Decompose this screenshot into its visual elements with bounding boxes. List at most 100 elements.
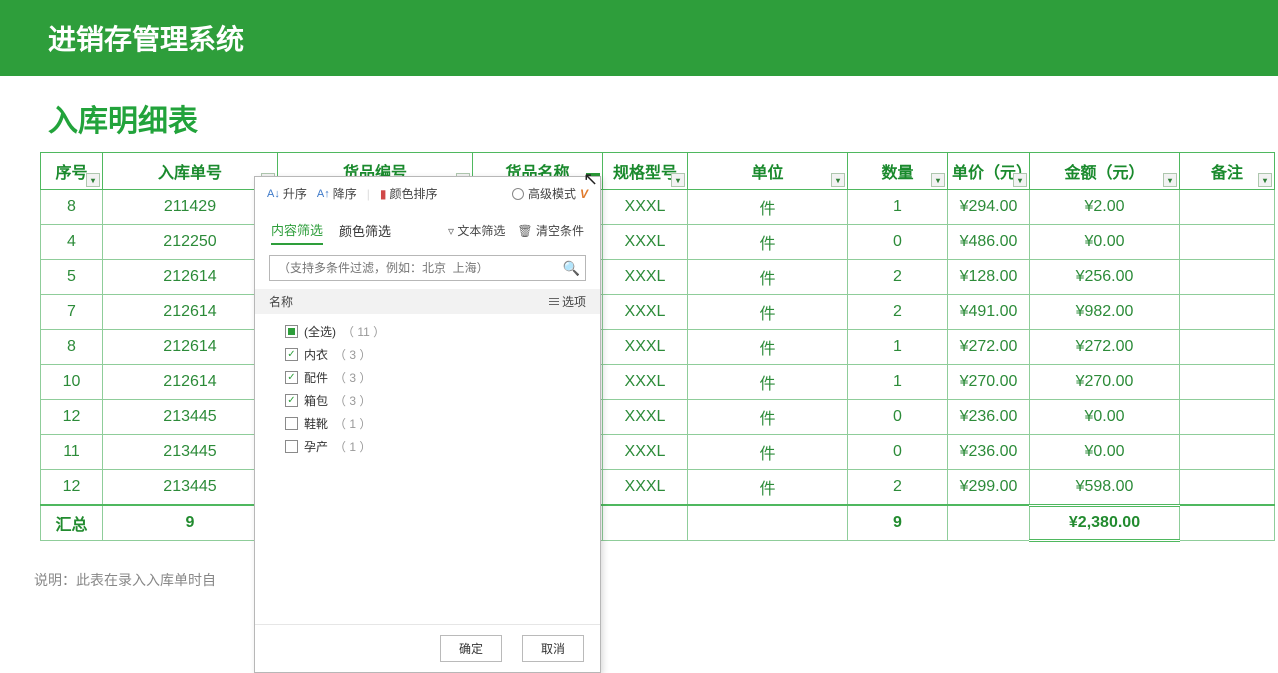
cell-unit[interactable]: 件 xyxy=(688,225,848,260)
cell-seq[interactable]: 4 xyxy=(41,225,103,260)
sort-desc-button[interactable]: A↑降序 xyxy=(317,185,357,202)
cell-unit[interactable]: 件 xyxy=(688,295,848,330)
filter-dropdown-icon[interactable]: ▾ xyxy=(931,173,945,187)
cell-order[interactable]: 212250 xyxy=(103,225,278,260)
cell-note[interactable] xyxy=(1180,295,1275,330)
options-menu-button[interactable]: 选项 xyxy=(549,293,586,310)
cell-spec[interactable]: XXXL xyxy=(603,435,688,470)
cell-order[interactable]: 212614 xyxy=(103,330,278,365)
filter-item-row[interactable]: ✓箱包（ 3 ） xyxy=(267,389,588,412)
cell-amount[interactable]: ¥256.00 xyxy=(1030,260,1180,295)
filter-item-row[interactable]: ✓内衣（ 3 ） xyxy=(267,343,588,366)
cell-order[interactable]: 212614 xyxy=(103,260,278,295)
checkbox-icon[interactable] xyxy=(285,417,298,430)
cell-unit[interactable]: 件 xyxy=(688,435,848,470)
cell-note[interactable] xyxy=(1180,260,1275,295)
cell-spec[interactable]: XXXL xyxy=(603,365,688,400)
text-filter-button[interactable]: ▿ 文本筛选 xyxy=(448,222,505,239)
cell-spec[interactable]: XXXL xyxy=(603,400,688,435)
cell-spec[interactable]: XXXL xyxy=(603,330,688,365)
cell-seq[interactable]: 5 xyxy=(41,260,103,295)
cell-amount[interactable]: ¥272.00 xyxy=(1030,330,1180,365)
cell-spec[interactable]: XXXL xyxy=(603,295,688,330)
cell-amount[interactable]: ¥270.00 xyxy=(1030,365,1180,400)
cell-amount[interactable]: ¥982.00 xyxy=(1030,295,1180,330)
cell-price[interactable]: ¥272.00 xyxy=(948,330,1030,365)
cell-order[interactable]: 213445 xyxy=(103,435,278,470)
cell-qty[interactable]: 2 xyxy=(848,295,948,330)
cell-qty[interactable]: 0 xyxy=(848,435,948,470)
sort-asc-button[interactable]: A↓升序 xyxy=(267,185,307,202)
cell-amount[interactable]: ¥2.00 xyxy=(1030,190,1180,225)
clear-conditions-button[interactable]: 🗑 清空条件 xyxy=(517,222,584,239)
cell-seq[interactable]: 7 xyxy=(41,295,103,330)
cell-order[interactable]: 213445 xyxy=(103,470,278,506)
cancel-button[interactable]: 取消 xyxy=(522,635,584,662)
cell-qty[interactable]: 0 xyxy=(848,400,948,435)
cell-note[interactable] xyxy=(1180,470,1275,506)
cell-price[interactable]: ¥236.00 xyxy=(948,400,1030,435)
cell-amount[interactable]: ¥0.00 xyxy=(1030,400,1180,435)
cell-price[interactable]: ¥128.00 xyxy=(948,260,1030,295)
cell-qty[interactable]: 0 xyxy=(848,225,948,260)
filter-dropdown-icon[interactable]: ▾ xyxy=(671,173,685,187)
filter-search-input[interactable] xyxy=(269,255,586,281)
checkbox-icon[interactable]: ✓ xyxy=(285,348,298,361)
cell-note[interactable] xyxy=(1180,435,1275,470)
cell-unit[interactable]: 件 xyxy=(688,190,848,225)
cell-note[interactable] xyxy=(1180,225,1275,260)
color-sort-button[interactable]: ▮颜色排序 xyxy=(380,185,438,202)
cell-amount[interactable]: ¥598.00 xyxy=(1030,470,1180,506)
cell-seq[interactable]: 8 xyxy=(41,330,103,365)
cell-order[interactable]: 211429 xyxy=(103,190,278,225)
advanced-mode-toggle[interactable]: 高级模式 V xyxy=(512,185,588,202)
cell-qty[interactable]: 2 xyxy=(848,260,948,295)
ok-button[interactable]: 确定 xyxy=(440,635,502,662)
filter-item-row[interactable]: ✓配件（ 3 ） xyxy=(267,366,588,389)
filter-dropdown-icon[interactable]: ▾ xyxy=(1258,173,1272,187)
cell-amount[interactable]: ¥0.00 xyxy=(1030,225,1180,260)
tab-content-filter[interactable]: 内容筛选 xyxy=(271,216,323,245)
cell-unit[interactable]: 件 xyxy=(688,260,848,295)
filter-item-row[interactable]: 孕产（ 1 ） xyxy=(267,435,588,458)
cell-spec[interactable]: XXXL xyxy=(603,260,688,295)
checkbox-partial-icon[interactable] xyxy=(285,325,298,338)
cell-price[interactable]: ¥236.00 xyxy=(948,435,1030,470)
cell-order[interactable]: 213445 xyxy=(103,400,278,435)
cell-order[interactable]: 212614 xyxy=(103,365,278,400)
cell-amount[interactable]: ¥0.00 xyxy=(1030,435,1180,470)
cell-seq[interactable]: 12 xyxy=(41,400,103,435)
cell-note[interactable] xyxy=(1180,365,1275,400)
cell-seq[interactable]: 8 xyxy=(41,190,103,225)
cell-price[interactable]: ¥299.00 xyxy=(948,470,1030,506)
cell-note[interactable] xyxy=(1180,400,1275,435)
cell-unit[interactable]: 件 xyxy=(688,365,848,400)
cell-note[interactable] xyxy=(1180,330,1275,365)
cell-seq[interactable]: 12 xyxy=(41,470,103,506)
cell-seq[interactable]: 11 xyxy=(41,435,103,470)
cell-qty[interactable]: 1 xyxy=(848,330,948,365)
cell-spec[interactable]: XXXL xyxy=(603,470,688,506)
cell-unit[interactable]: 件 xyxy=(688,400,848,435)
cell-order[interactable]: 212614 xyxy=(103,295,278,330)
cell-unit[interactable]: 件 xyxy=(688,330,848,365)
cell-price[interactable]: ¥270.00 xyxy=(948,365,1030,400)
cell-price[interactable]: ¥294.00 xyxy=(948,190,1030,225)
checkbox-icon[interactable]: ✓ xyxy=(285,394,298,407)
checkbox-icon[interactable] xyxy=(285,440,298,453)
search-icon[interactable]: 🔍 xyxy=(563,260,580,277)
cell-price[interactable]: ¥486.00 xyxy=(948,225,1030,260)
filter-dropdown-icon[interactable]: ▾ xyxy=(1163,173,1177,187)
cell-spec[interactable]: XXXL xyxy=(603,190,688,225)
cell-qty[interactable]: 1 xyxy=(848,190,948,225)
cell-seq[interactable]: 10 xyxy=(41,365,103,400)
select-all-row[interactable]: (全选) （ 11 ） xyxy=(267,320,588,343)
tab-color-filter[interactable]: 颜色筛选 xyxy=(339,217,391,244)
filter-dropdown-icon[interactable]: ▾ xyxy=(1013,173,1027,187)
cell-qty[interactable]: 2 xyxy=(848,470,948,506)
filter-dropdown-icon[interactable]: ▾ xyxy=(86,173,100,187)
cell-unit[interactable]: 件 xyxy=(688,470,848,506)
filter-item-row[interactable]: 鞋靴（ 1 ） xyxy=(267,412,588,435)
checkbox-icon[interactable]: ✓ xyxy=(285,371,298,384)
cell-note[interactable] xyxy=(1180,190,1275,225)
